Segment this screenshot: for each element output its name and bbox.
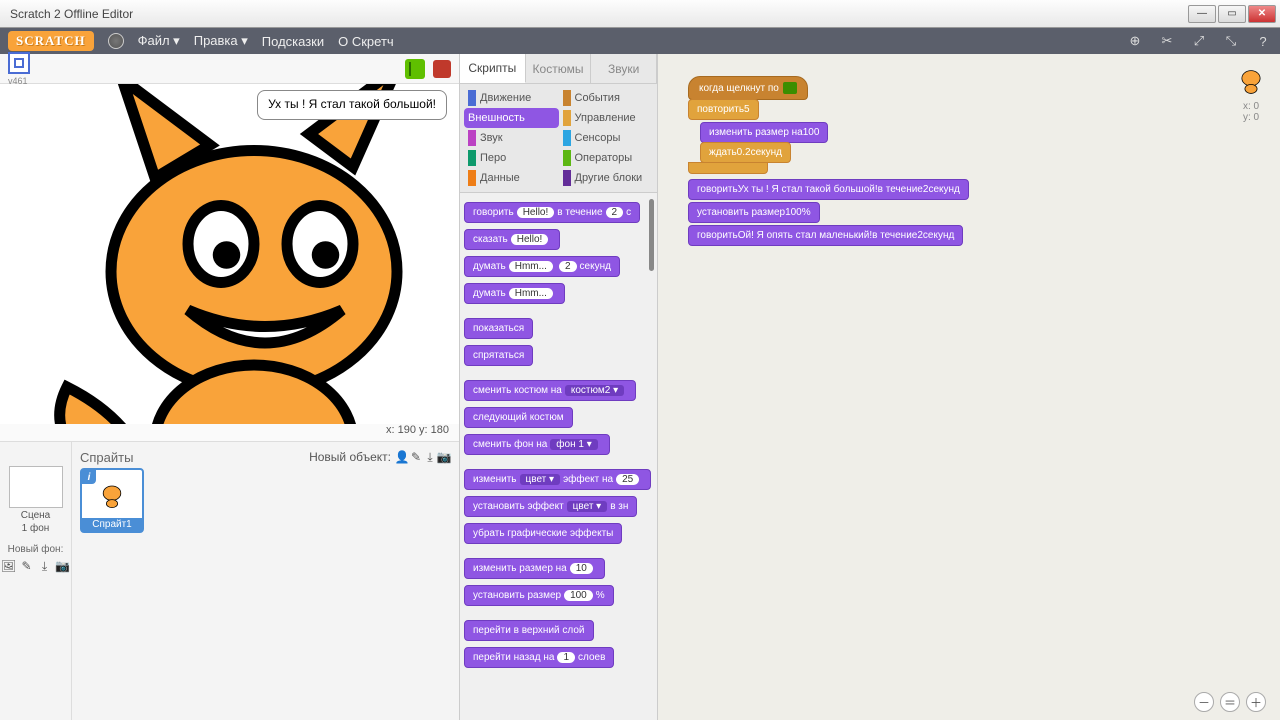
block-think-for[interactable]: думатьHmm...2секунд xyxy=(464,256,620,277)
block-say[interactable]: сказатьHello! xyxy=(464,229,560,250)
block-change-effect[interactable]: изменитьцвет ▾эффект на25 xyxy=(464,469,651,490)
block-wait[interactable]: ждать0.2секунд xyxy=(700,142,791,163)
cat-sensing[interactable]: Сенсоры xyxy=(559,128,654,148)
tab-sounds[interactable]: Звуки xyxy=(591,54,657,83)
zoom-in-button[interactable]: ＋ xyxy=(1246,692,1266,712)
tab-costumes[interactable]: Костюмы xyxy=(526,54,592,83)
stage-thumb-column: Сцена 1 фон Новый фон: 🖼 ✎ ⤓ 📷 xyxy=(0,442,72,720)
new-backdrop-label: Новый фон: xyxy=(8,544,64,555)
sprite-item[interactable]: i Спрайт1 xyxy=(80,468,144,533)
block-switch-backdrop[interactable]: сменить фон нафон 1 ▾ xyxy=(464,434,610,455)
block-when-flag[interactable]: когда щелкнут по xyxy=(688,76,808,100)
cat-events[interactable]: События xyxy=(559,88,654,108)
zoom-reset-button[interactable]: ＝ xyxy=(1220,692,1240,712)
block-next-costume[interactable]: следующий костюм xyxy=(464,407,573,428)
scripts-area[interactable]: x: 0 y: 0 когда щелкнут по повторить5 из… xyxy=(658,54,1280,720)
speech-bubble: Ух ты ! Я стал такой большой! xyxy=(257,90,447,120)
block-repeat[interactable]: повторить5 xyxy=(688,99,759,120)
fullscreen-icon[interactable] xyxy=(8,52,30,74)
menu-about[interactable]: О Скретч xyxy=(338,34,394,49)
sprite-upload-icon[interactable]: ⤓ xyxy=(423,450,437,464)
cat-control[interactable]: Управление xyxy=(559,108,654,128)
menu-edit[interactable]: Правка ▾ xyxy=(194,33,248,49)
block-repeat-end[interactable] xyxy=(688,162,768,174)
language-icon[interactable] xyxy=(108,33,124,49)
duplicate-icon[interactable]: ✂ xyxy=(1158,32,1176,50)
block-say2[interactable]: говоритьОй! Я опять стал маленький!в теч… xyxy=(688,225,963,246)
shrink-icon[interactable]: ⤡ xyxy=(1222,32,1240,50)
maximize-button[interactable]: ▭ xyxy=(1218,5,1246,23)
block-categories: Движение События Внешность Управление Зв… xyxy=(460,84,657,193)
menu-file[interactable]: Файл ▾ xyxy=(138,33,180,49)
green-flag-button[interactable] xyxy=(405,59,425,79)
block-show[interactable]: показаться xyxy=(464,318,533,339)
close-button[interactable]: ✕ xyxy=(1248,5,1276,23)
stage-label: Сцена xyxy=(21,510,50,521)
block-switch-costume[interactable]: сменить костюм накостюм2 ▾ xyxy=(464,380,636,401)
stop-button[interactable] xyxy=(433,60,451,78)
stamp-icon[interactable]: ⊕ xyxy=(1126,32,1144,50)
menu-tips[interactable]: Подсказки xyxy=(262,34,324,49)
block-setsize[interactable]: установить размер100% xyxy=(688,202,820,223)
sprite-library-icon[interactable]: 👤 xyxy=(395,450,409,464)
sprite-info-icon[interactable]: i xyxy=(82,470,96,484)
new-sprite-label: Новый объект: xyxy=(309,450,391,464)
flag-icon xyxy=(783,82,797,94)
backdrop-camera-icon[interactable]: 📷 xyxy=(56,559,70,573)
backdrop-library-icon[interactable]: 🖼 xyxy=(2,559,16,573)
block-set-size[interactable]: установить размер100% xyxy=(464,585,614,606)
cat-motion[interactable]: Движение xyxy=(464,88,559,108)
scratch-logo: SCRATCH xyxy=(8,31,94,51)
block-say-for[interactable]: говоритьHello!в течение2с xyxy=(464,202,640,223)
tabs: Скрипты Костюмы Звуки xyxy=(460,54,657,84)
sprite-paint-icon[interactable]: ✎ xyxy=(409,450,423,464)
block-change-size-by[interactable]: изменить размер на100 xyxy=(700,122,828,143)
stage[interactable]: Ух ты ! Я стал такой большой! xyxy=(0,84,459,424)
tab-scripts[interactable]: Скрипты xyxy=(460,54,526,83)
stage-thumbnail[interactable] xyxy=(9,466,63,508)
window-title: Scratch 2 Offline Editor xyxy=(4,7,1188,21)
cat-sound[interactable]: Звук xyxy=(464,128,559,148)
cat-more[interactable]: Другие блоки xyxy=(559,168,654,188)
menubar: SCRATCH Файл ▾ Правка ▾ Подсказки О Скре… xyxy=(0,28,1280,54)
block-say1[interactable]: говоритьУх ты ! Я стал такой большой!в т… xyxy=(688,179,969,200)
sprite-name: Спрайт1 xyxy=(82,518,142,531)
block-go-front[interactable]: перейти в верхний слой xyxy=(464,620,594,641)
block-hide[interactable]: спрятаться xyxy=(464,345,533,366)
block-go-back[interactable]: перейти назад на1слоев xyxy=(464,647,614,668)
stage-backdrop-count: 1 фон xyxy=(22,523,50,534)
cat-pen[interactable]: Перо xyxy=(464,148,559,168)
grow-icon[interactable]: ⤢ xyxy=(1190,32,1208,50)
block-change-size[interactable]: изменить размер на10 xyxy=(464,558,605,579)
block-clear-effects[interactable]: убрать графические эффекты xyxy=(464,523,622,544)
script-stack[interactable]: когда щелкнут по повторить5 изменить раз… xyxy=(688,76,969,246)
zoom-out-button[interactable]: － xyxy=(1194,692,1214,712)
sprite-cat xyxy=(0,84,459,424)
minimize-button[interactable]: — xyxy=(1188,5,1216,23)
help-icon[interactable]: ? xyxy=(1254,32,1272,50)
stage-coords: x: 190 y: 180 xyxy=(0,424,459,442)
cat-looks[interactable]: Внешность xyxy=(464,108,559,128)
block-set-effect[interactable]: установить эффектцвет ▾в зн xyxy=(464,496,637,517)
sprite-readout: x: 0 y: 0 xyxy=(1232,60,1270,123)
backdrop-upload-icon[interactable]: ⤓ xyxy=(38,559,52,573)
sprite-camera-icon[interactable]: 📷 xyxy=(437,450,451,464)
backdrop-paint-icon[interactable]: ✎ xyxy=(20,559,34,573)
cat-data[interactable]: Данные xyxy=(464,168,559,188)
stage-header: v461 xyxy=(0,54,459,84)
sprites-label: Спрайты xyxy=(80,450,133,465)
cat-operators[interactable]: Операторы xyxy=(559,148,654,168)
block-think[interactable]: думатьHmm... xyxy=(464,283,565,304)
block-palette[interactable]: говоритьHello!в течение2с сказатьHello! … xyxy=(460,193,657,720)
window-titlebar: Scratch 2 Offline Editor — ▭ ✕ xyxy=(0,0,1280,28)
